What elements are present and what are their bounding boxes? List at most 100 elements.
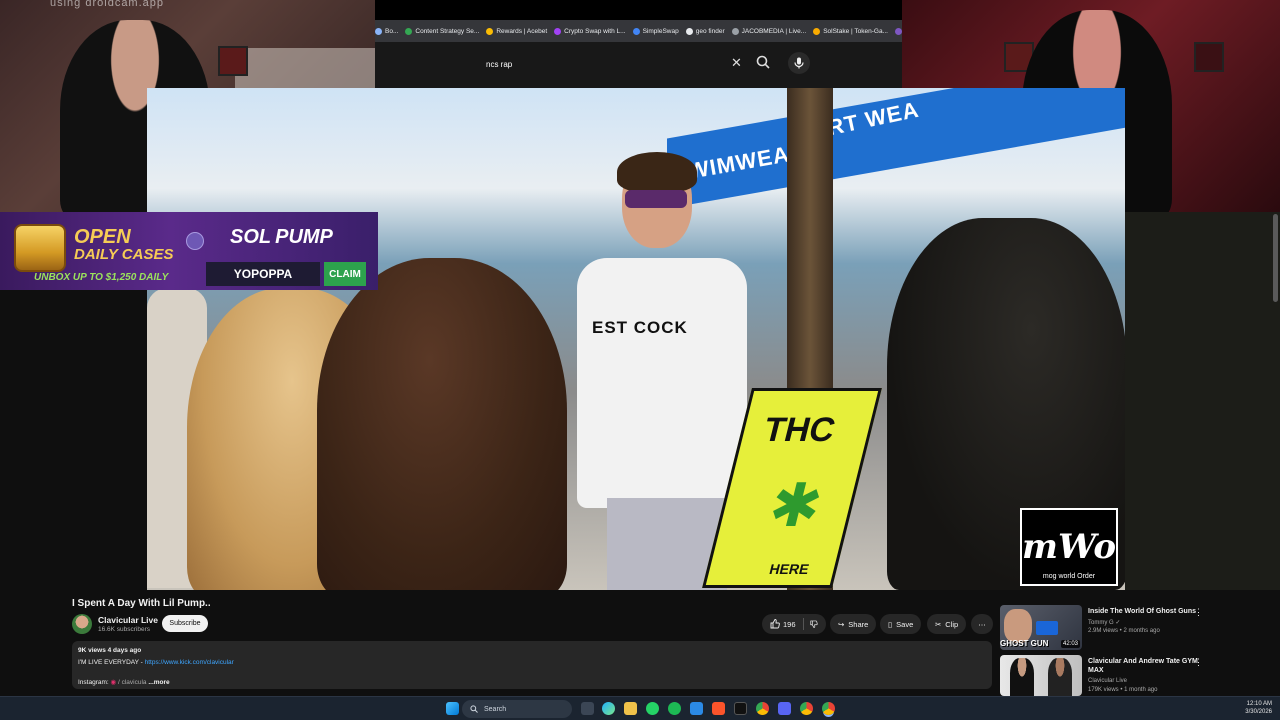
show-more-link[interactable]: ...more [148,679,169,686]
thumb-person [1004,609,1032,643]
recommendation-channel: Tommy G ✓ [1088,619,1120,626]
sign-text-bottom: HERE [767,561,811,577]
video-info-section: I Spent A Day With Lil Pump.. Clavicular… [0,590,1280,696]
ad-brand-logo: SOL PUMP [230,226,333,248]
bookmark-label: SolStake | Token-Ga... [823,27,888,35]
clear-search-icon[interactable]: ✕ [731,55,742,71]
bookmark-favicon-icon [731,27,739,35]
thumbs-down-icon[interactable] [810,619,818,629]
recommendation-thumbnail[interactable] [1000,655,1082,696]
bookmark-item[interactable]: SimpleSwap [632,27,679,35]
thumb-object [1036,621,1058,635]
scissors-icon: ✂ [935,619,942,629]
bookmark-favicon-icon [632,27,640,35]
thumb-person [1010,658,1034,696]
browser-titlebar [375,0,902,20]
capcut-icon[interactable] [734,702,747,715]
logo-text: mWo [1021,527,1117,567]
channel-avatar[interactable] [72,614,92,634]
bookmark-item[interactable]: (675) Di [894,27,902,35]
recommendation-item[interactable]: GHOST GUN 42:03 Inside The World Of Ghos… [1000,605,1280,650]
taskbar-search[interactable]: Search [462,700,572,718]
ad-daily-cases-text: DAILY CASES [74,246,174,263]
file-explorer-icon[interactable] [624,702,637,715]
recommendation-meta: 179K views • 1 month ago [1088,687,1158,693]
claim-button[interactable]: CLAIM [324,262,366,286]
share-button[interactable]: ↪ Share [830,614,877,634]
youtube-search-row: ncs rap ✕ [375,42,902,88]
solpump-ad-banner[interactable]: OPEN DAILY CASES UNBOX UP TO $1,250 DAIL… [0,212,378,290]
chrome-profile-icon[interactable] [800,702,813,715]
leaf-icon: ✱ [762,472,830,539]
coin-icon [186,232,204,250]
subscriber-count: 16.6K subscribers [98,626,151,633]
bookmark-label: Content Strategy Se... [415,27,480,35]
vscode-icon[interactable] [690,702,703,715]
save-button[interactable]: ▯ Save [880,614,922,634]
whatsapp-icon[interactable] [646,702,659,715]
recommendation-menu-icon[interactable]: ⋮ [1194,607,1203,618]
instagram-handle[interactable]: / clavicula [118,679,147,686]
recommendation-title[interactable]: Clavicular And Andrew Tate GYM MAX [1088,657,1206,675]
instagram-icon: ◉ [110,679,117,686]
bookmark-label: Rewards | Acebet [496,27,548,35]
brunette-woman [317,258,567,590]
search-icon [470,705,478,713]
bookmark-item[interactable]: Content Strategy Se... [405,27,480,35]
recommendation-thumbnail[interactable]: GHOST GUN 42:03 [1000,605,1082,650]
bookmark-favicon-icon [894,27,902,35]
subscribe-button[interactable]: Subscribe [162,615,208,632]
more-actions-button[interactable]: ⋯ [971,614,993,634]
discord-icon[interactable] [778,702,791,715]
bookmark-label: geo finder [695,27,725,35]
sunglasses [625,190,687,208]
verified-icon: ✓ [1115,620,1121,626]
logo-subtext: mog world Order [1042,573,1096,580]
page-scrollbar[interactable] [1273,214,1278,302]
bookmark-favicon-icon [486,27,494,35]
bookmarks-bar: Bo... Content Strategy Se... Rewards | Ace… [375,20,902,42]
video-player[interactable]: SWIMWEAR RT WEA EST COCK THC ✱ HERE mWo … [147,88,1125,590]
screen: using droidcam.app Bo... Content Strategy… [0,0,1280,720]
like-dislike-group: 196 [762,614,826,634]
man-hair [617,152,697,192]
bookmark-label: Crypto Swap with L... [564,27,626,35]
bookmark-item[interactable]: Bo... [375,27,398,35]
chrome-active-icon[interactable] [822,702,835,715]
share-label: Share [848,619,869,629]
task-view-icon[interactable] [581,702,594,715]
bookmark-item[interactable]: geo finder [685,27,725,35]
bookmark-favicon-icon [685,27,693,35]
spotify-icon[interactable] [668,702,681,715]
recommendation-item[interactable]: Clavicular And Andrew Tate GYM MAX Clavi… [1000,655,1280,696]
bookmark-label: SimpleSwap [642,27,679,35]
search-input[interactable]: ncs rap [478,52,748,76]
like-button[interactable]: 196 [770,619,796,629]
clip-button[interactable]: ✂ Clip [927,614,967,634]
bookmark-item[interactable]: Rewards | Acebet [486,27,548,35]
sign-text: THC [759,411,840,449]
instagram-line: Instagram: ◉ / clavicula ...more [78,678,170,686]
channel-name[interactable]: Clavicular Live [98,615,158,625]
description-box[interactable]: 9K views 4 days ago I'M LIVE EVERYDAY - … [72,641,992,689]
bookmark-item[interactable]: Crypto Swap with L... [554,27,626,35]
chrome-icon[interactable] [756,702,769,715]
bookmark-item[interactable]: JACOBMEDIA | Live... [731,27,807,35]
start-menu-icon[interactable] [446,702,459,715]
description-text: I'M LIVE EVERYDAY - [78,659,145,666]
shirt-text: EST COCK [592,318,688,337]
clip-label: Clip [945,619,959,629]
channel-watermark-logo: mWo mog world Order [1020,508,1118,586]
wall-frame [1194,42,1224,72]
recommendation-menu-icon[interactable]: ⋮ [1194,657,1203,668]
kick-link[interactable]: https://www.kick.com/clavicular [145,659,234,666]
search-icon[interactable] [755,54,771,70]
brave-icon[interactable] [712,702,725,715]
bookmark-label: JACOBMEDIA | Live... [741,27,807,35]
recommendation-title[interactable]: Inside The World Of Ghost Guns [1088,607,1206,616]
microphone-icon[interactable] [788,52,810,74]
bookmark-item[interactable]: SolStake | Token-Ga... [813,27,888,35]
system-clock[interactable]: 12:10 AM 3/30/2026 [1245,700,1272,716]
edge-icon[interactable] [602,702,615,715]
wall-frame [218,46,248,76]
